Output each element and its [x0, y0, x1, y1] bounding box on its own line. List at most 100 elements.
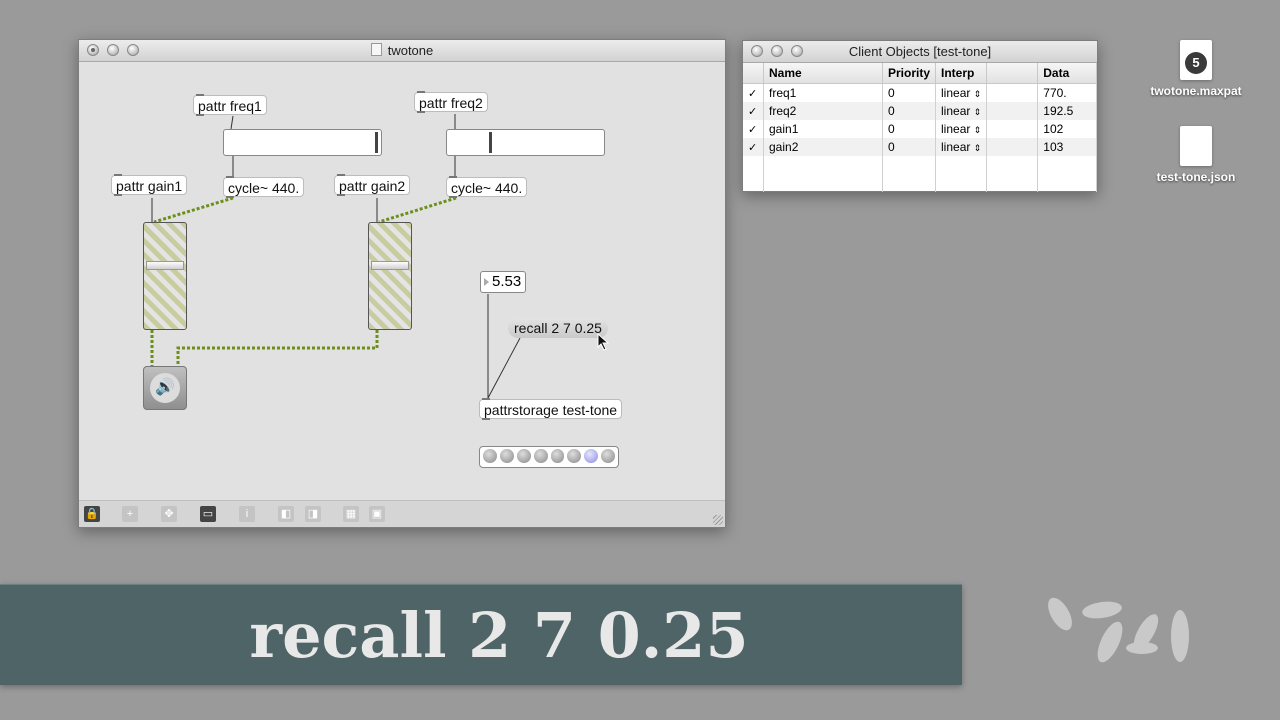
mouse-cursor-icon [597, 333, 609, 351]
enabled-checkbox[interactable]: ✓ [743, 120, 764, 138]
patcher-window: twotone pattr freq1 pattr freq2 pattr ga… [78, 39, 726, 528]
empty-row [743, 174, 1097, 192]
recall-message-box[interactable]: recall 2 7 0.25 [508, 318, 608, 338]
enabled-checkbox[interactable]: ✓ [743, 102, 764, 120]
presentation-icon[interactable]: ▭ [200, 506, 216, 522]
row-name: freq2 [763, 102, 883, 120]
stepper-icon[interactable]: ⇕ [974, 125, 982, 135]
row-blank [986, 83, 1039, 102]
column-header-priority[interactable]: Priority [882, 63, 937, 84]
row-interp-value: linear [941, 104, 971, 118]
pattr-freq1-object[interactable]: pattr freq1 [193, 94, 267, 116]
preset-slot[interactable] [499, 449, 514, 463]
freq2-slider-knob[interactable] [488, 132, 492, 153]
column-header-name[interactable]: Name [763, 63, 883, 84]
row-interp[interactable]: linear ⇕ [935, 120, 988, 138]
layer-back-icon[interactable]: ◧ [278, 506, 294, 522]
cycling74-logo-icon [1048, 597, 1189, 663]
number-box[interactable]: 5.53 [480, 271, 527, 293]
preset-object[interactable] [479, 446, 619, 468]
row-blank [986, 120, 1039, 138]
client-objects-table: Name Priority Interp Data ✓ freq1 0 linear … [743, 63, 1097, 192]
number-value: 5.53 [492, 273, 522, 290]
table-row[interactable]: ✓ gain2 0 linear ⇕ 103 [743, 138, 1097, 156]
row-data[interactable]: 192.5 [1037, 102, 1097, 120]
stepper-icon[interactable]: ⇕ [974, 143, 982, 153]
move-icon[interactable]: ✥ [161, 506, 177, 522]
empty-row [743, 156, 1097, 174]
row-data[interactable]: 102 [1037, 120, 1097, 138]
add-object-icon[interactable]: + [122, 506, 138, 522]
stepper-icon[interactable]: ⇕ [974, 107, 982, 117]
lock-icon[interactable]: 🔒 [84, 506, 100, 522]
preset-slot[interactable] [550, 449, 565, 463]
gain1-slider-knob[interactable] [146, 261, 184, 271]
grid-icon[interactable]: ▦ [343, 506, 359, 522]
row-blank [986, 102, 1039, 120]
cycle2-object[interactable]: cycle~ 440. [446, 176, 528, 198]
row-interp-value: linear [941, 140, 971, 154]
close-button[interactable] [751, 45, 763, 57]
row-priority[interactable]: 0 [882, 138, 937, 156]
desktop-file-twotone[interactable]: 5 twotone.maxpat [1144, 40, 1248, 98]
preset-slot[interactable] [516, 449, 531, 463]
minimize-button[interactable] [771, 45, 783, 57]
freq1-slider-knob[interactable] [375, 132, 378, 153]
max-badge-icon: 5 [1185, 52, 1207, 74]
gain2-slider-knob[interactable] [371, 261, 409, 271]
column-header-blank[interactable] [986, 63, 1039, 84]
stepper-icon[interactable]: ⇕ [974, 89, 982, 99]
pattrstorage-object[interactable]: pattrstorage test-tone [479, 398, 623, 420]
row-name: gain2 [763, 138, 883, 156]
pattr-gain2-object[interactable]: pattr gain2 [334, 174, 411, 196]
ezdac-button[interactable]: 🔊 [143, 366, 187, 410]
row-priority[interactable]: 0 [882, 102, 937, 120]
snap-icon[interactable]: ▣ [369, 506, 385, 522]
cycle1-object[interactable]: cycle~ 440. [223, 176, 305, 198]
pattr-gain1-object[interactable]: pattr gain1 [111, 174, 188, 196]
row-interp[interactable]: linear ⇕ [935, 102, 988, 120]
table-row[interactable]: ✓ gain1 0 linear ⇕ 102 [743, 120, 1097, 138]
column-header-interp[interactable]: Interp [935, 63, 988, 84]
zoom-button[interactable] [791, 45, 803, 57]
gain2-slider[interactable] [368, 222, 412, 330]
row-data[interactable]: 103 [1037, 138, 1097, 156]
speaker-icon: 🔊 [150, 373, 180, 403]
preset-slot[interactable] [601, 449, 615, 463]
client-objects-titlebar[interactable]: Client Objects [test-tone] [743, 41, 1097, 63]
table-header-row: Name Priority Interp Data [743, 63, 1097, 84]
row-interp-value: linear [941, 122, 971, 136]
patcher-toolbar: 🔒 + ✥ ▭ i ◧ ◨ ▦ ▣ [79, 500, 725, 527]
freq1-slider[interactable] [223, 129, 382, 156]
row-priority[interactable]: 0 [882, 83, 937, 102]
row-interp[interactable]: linear ⇕ [935, 83, 988, 102]
row-data[interactable]: 770. [1037, 83, 1097, 102]
preset-slot[interactable] [483, 449, 497, 463]
row-name: freq1 [763, 83, 883, 102]
enabled-checkbox[interactable]: ✓ [743, 138, 764, 156]
desktop-file-test-tone[interactable]: test-tone.json [1144, 126, 1248, 184]
inspector-icon[interactable]: i [239, 506, 255, 522]
enabled-checkbox[interactable]: ✓ [743, 83, 764, 102]
desktop-file-label: twotone.maxpat [1150, 84, 1242, 98]
preset-slot[interactable] [584, 449, 599, 463]
resize-grip-icon[interactable] [713, 515, 723, 525]
row-priority[interactable]: 0 [882, 120, 937, 138]
row-blank [986, 138, 1039, 156]
column-header-data[interactable]: Data [1037, 63, 1097, 84]
gain1-slider[interactable] [143, 222, 187, 330]
row-name: gain1 [763, 120, 883, 138]
check-column-header [743, 63, 764, 84]
window-title: Client Objects [test-tone] [848, 44, 992, 59]
table-row[interactable]: ✓ freq1 0 linear ⇕ 770. [743, 83, 1097, 102]
row-interp-value: linear [941, 86, 971, 100]
row-interp[interactable]: linear ⇕ [935, 138, 988, 156]
preset-slot[interactable] [533, 449, 548, 463]
caption-banner: recall 2 7 0.25 [0, 584, 962, 685]
pattr-freq2-object[interactable]: pattr freq2 [414, 91, 488, 113]
preset-slot[interactable] [567, 449, 582, 463]
table-row[interactable]: ✓ freq2 0 linear ⇕ 192.5 [743, 102, 1097, 120]
json-file-icon [1180, 126, 1212, 166]
freq2-slider[interactable] [446, 129, 605, 156]
layer-front-icon[interactable]: ◨ [305, 506, 321, 522]
